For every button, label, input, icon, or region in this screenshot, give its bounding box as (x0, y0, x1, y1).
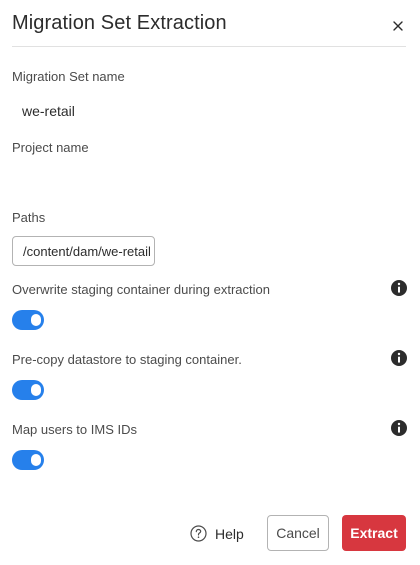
map-users-label: Map users to IMS IDs (12, 422, 137, 437)
header-divider (12, 46, 406, 47)
paths-input[interactable] (12, 236, 155, 266)
help-circle-icon (190, 525, 207, 542)
overwrite-staging-label: Overwrite staging container during extra… (12, 282, 270, 297)
cancel-button[interactable]: Cancel (267, 515, 329, 551)
help-label: Help (215, 525, 244, 542)
extract-button[interactable]: Extract (342, 515, 406, 551)
overwrite-staging-toggle[interactable] (12, 310, 44, 330)
toggle-knob (29, 382, 43, 398)
migration-set-name-value: we-retail (22, 103, 75, 119)
migration-set-extraction-dialog: Migration Set Extraction Migration Set n… (0, 0, 420, 565)
paths-label: Paths (12, 210, 46, 225)
pre-copy-datastore-label: Pre-copy datastore to staging container. (12, 352, 242, 367)
dialog-title: Migration Set Extraction (12, 12, 227, 34)
project-name-label: Project name (12, 140, 89, 155)
info-icon[interactable] (390, 419, 408, 437)
toggle-knob (29, 452, 43, 468)
close-button[interactable] (388, 16, 408, 36)
info-icon[interactable] (390, 279, 408, 297)
migration-set-name-label: Migration Set name (12, 69, 125, 84)
info-icon[interactable] (390, 349, 408, 367)
help-button[interactable]: Help (190, 525, 244, 542)
toggle-knob (29, 312, 43, 328)
pre-copy-datastore-toggle[interactable] (12, 380, 44, 400)
close-icon (393, 21, 403, 31)
map-users-toggle[interactable] (12, 450, 44, 470)
